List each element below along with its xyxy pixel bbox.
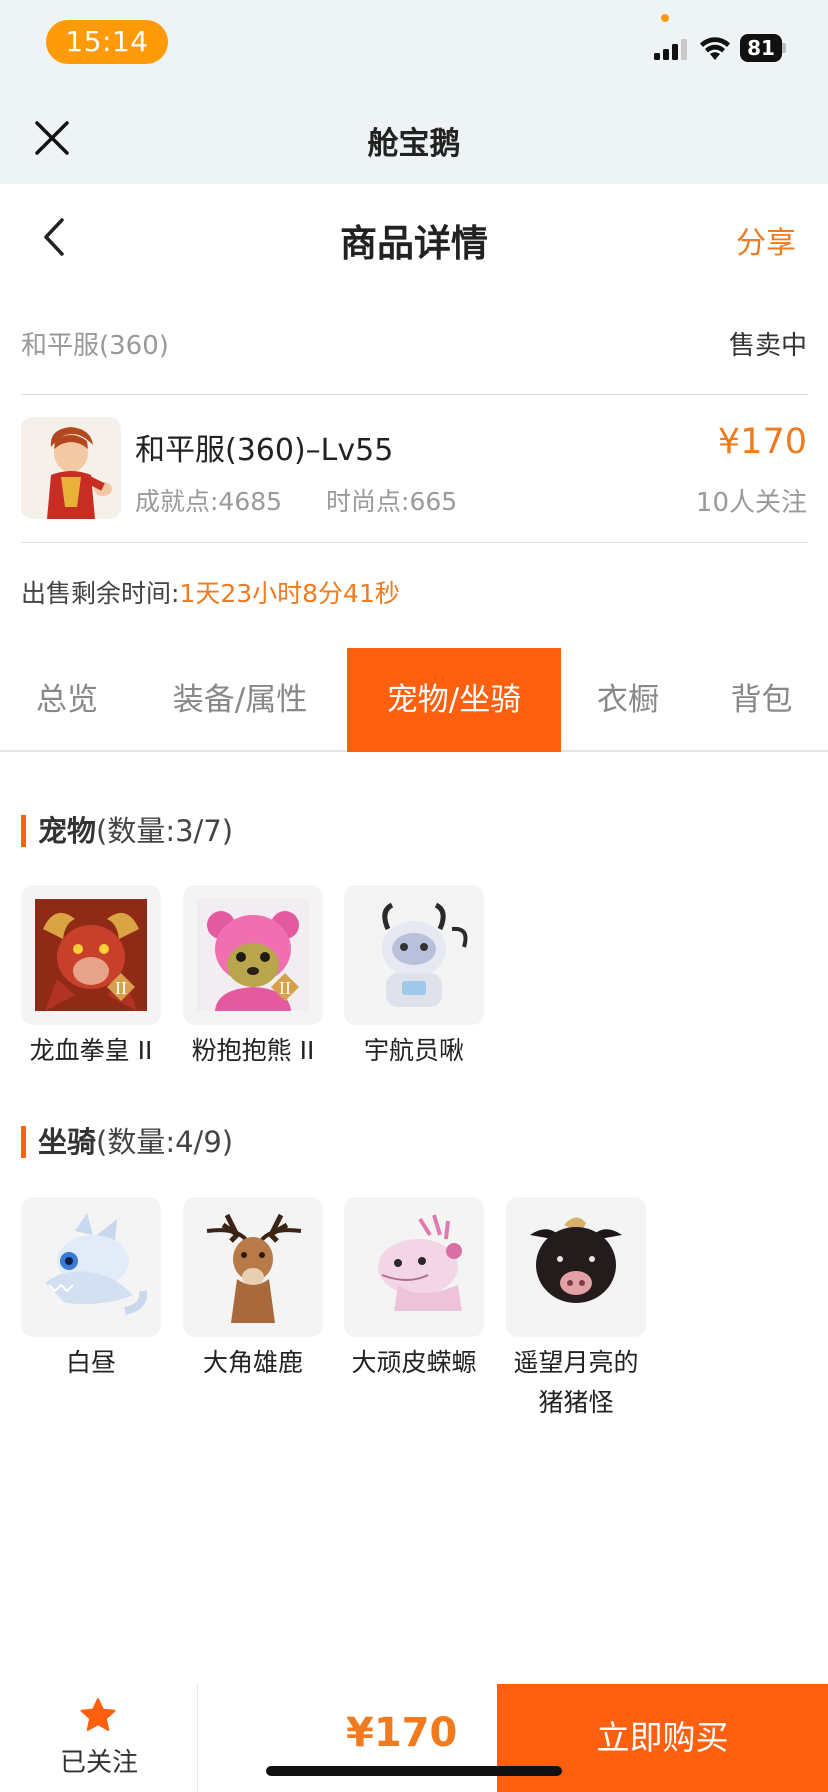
- svg-text:II: II: [115, 978, 127, 998]
- mount-item[interactable]: 遥望月亮的猪猪怪: [506, 1197, 646, 1423]
- tab-bar: 总览 装备/属性 宠物/坐骑 衣橱 背包: [0, 648, 828, 752]
- pet-item[interactable]: 宇航员啾: [344, 885, 484, 1071]
- tab-overview[interactable]: 总览: [0, 648, 134, 752]
- server-name: 和平服(360): [21, 331, 169, 361]
- mount-name: 遥望月亮的猪猪怪: [513, 1348, 639, 1417]
- app-title: 舱宝鹅: [367, 126, 461, 162]
- character-portrait-icon: [21, 417, 121, 519]
- mounts-section-title: 坐骑(数量:4/9): [21, 1119, 233, 1161]
- privacy-indicator-dot: [661, 14, 669, 22]
- pet-name: 粉抱抱熊 II: [191, 1036, 315, 1065]
- white-dragon-mount-icon: [21, 1197, 161, 1337]
- sale-status: 售卖中: [728, 331, 807, 361]
- mount-name: 大角雄鹿: [202, 1348, 303, 1377]
- tab-backpack[interactable]: 背包: [695, 648, 828, 752]
- mount-item[interactable]: 大顽皮蝾螈: [344, 1197, 484, 1383]
- follower-count: 10人关注: [695, 488, 807, 518]
- achievement-points: 成就点:4685: [135, 487, 283, 516]
- astronaut-pet-icon: [344, 885, 484, 1025]
- divider: [21, 542, 808, 543]
- follow-button[interactable]: 已关注: [0, 1684, 198, 1792]
- status-time: 15:14: [46, 20, 168, 64]
- follow-label: 已关注: [59, 1748, 138, 1778]
- wifi-icon: [700, 37, 730, 60]
- mounts-count: (数量:4/9): [96, 1125, 234, 1159]
- red-dragon-pet-icon: II: [21, 885, 161, 1025]
- character-avatar: [21, 417, 121, 519]
- pet-name: 龙血拳皇 II: [29, 1036, 153, 1065]
- remaining-time: 出售剩余时间:1天23小时8分41秒: [21, 574, 400, 610]
- tab-pets-mounts[interactable]: 宠物/坐骑: [347, 648, 561, 752]
- fashion-points: 时尚点:665: [326, 487, 458, 516]
- share-button[interactable]: 分享: [736, 218, 796, 262]
- cellular-signal-icon: [654, 38, 690, 60]
- character-name: 和平服(360)–Lv55: [135, 433, 394, 468]
- mount-name: 大顽皮蝾螈: [351, 1348, 477, 1377]
- remaining-time-value: 1天23小时8分41秒: [179, 579, 400, 608]
- axolotl-mount-icon: [344, 1197, 484, 1337]
- remaining-time-label: 出售剩余时间:: [21, 579, 180, 608]
- home-indicator: [266, 1766, 562, 1776]
- deer-mount-icon: [183, 1197, 323, 1337]
- mount-item[interactable]: 白昼: [21, 1197, 161, 1383]
- page-title: 商品详情: [340, 222, 488, 265]
- battery-icon: 81: [740, 34, 786, 62]
- divider: [21, 394, 808, 395]
- pig-mount-icon: [506, 1197, 646, 1337]
- listing-price: ¥170: [717, 422, 807, 462]
- mount-item[interactable]: 大角雄鹿: [183, 1197, 323, 1383]
- pet-item[interactable]: II 龙血拳皇 II: [21, 885, 161, 1071]
- svg-text:II: II: [279, 978, 291, 998]
- pets-count: (数量:3/7): [96, 814, 234, 848]
- character-stats: 成就点:4685 时尚点:665: [135, 482, 501, 518]
- pink-bear-pet-icon: II: [183, 885, 323, 1025]
- tab-equipment[interactable]: 装备/属性: [134, 648, 346, 752]
- pets-section-title: 宠物(数量:3/7): [21, 808, 233, 850]
- pet-name: 宇航员啾: [363, 1036, 464, 1065]
- battery-level: 81: [740, 34, 782, 62]
- mount-name: 白昼: [65, 1348, 116, 1377]
- pets-title: 宠物: [38, 814, 97, 848]
- pet-item[interactable]: II 粉抱抱熊 II: [183, 885, 323, 1071]
- mounts-title: 坐骑: [38, 1125, 97, 1159]
- bottom-price: ¥170: [346, 1710, 458, 1756]
- star-icon: [80, 1698, 116, 1731]
- tab-wardrobe[interactable]: 衣橱: [561, 648, 695, 752]
- top-bar: 15:14 81 舱宝鹅: [0, 0, 828, 184]
